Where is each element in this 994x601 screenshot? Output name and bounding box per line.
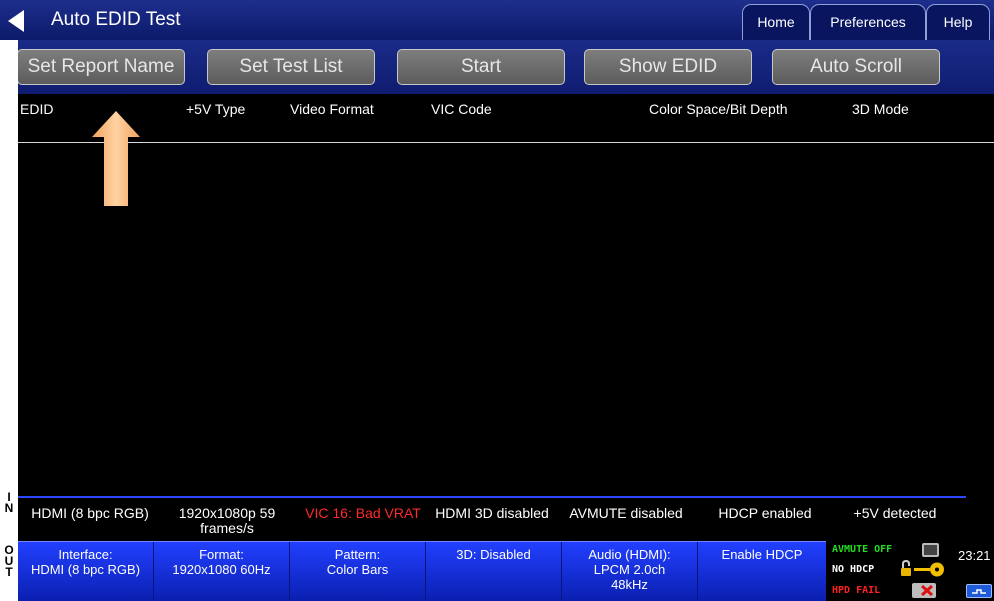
input-avmute: AVMUTE disabled [569,505,683,521]
output-pattern-label: Pattern: Color Bars [326,547,389,577]
hpd-fail-icon [912,583,936,598]
tab-preferences[interactable]: Preferences [810,4,926,40]
output-3d-label: 3D: Disabled [456,547,531,562]
set-report-name-button[interactable]: Set Report Name [17,49,185,85]
set-test-list-button[interactable]: Set Test List [207,49,375,85]
column-5v-type: +5V Type [186,101,246,117]
clock: 23:21 [958,548,991,563]
enable-hdcp-label: Enable HDCP [721,547,803,562]
column-vic-code: VIC Code [431,101,492,117]
output-audio-label: Audio (HDMI): LPCM 2.0ch 48kHz [588,547,671,592]
input-status-row: HDMI (8 bpc RGB) 1920x1080p 59 frames/s … [18,496,966,538]
column-edid: EDID [20,101,54,117]
input-format: 1920x1080p 59 frames/s [178,505,276,536]
input-hdcp: HDCP enabled [718,505,812,521]
input-5v-status: +5V detected [853,505,937,521]
enable-hdcp-button[interactable]: Enable HDCP [698,542,826,601]
monitor-icon [922,543,939,557]
output-audio-button[interactable]: Audio (HDMI): LPCM 2.0ch 48kHz [562,542,698,601]
output-pattern-button[interactable]: Pattern: Color Bars [290,542,426,601]
output-interface-label: Interface: HDMI (8 bpc RGB) [30,547,141,577]
results-table-header: EDID +5V Type Video Format VIC Code Colo… [18,94,994,142]
output-format-label: Format: 1920x1080 60Hz [172,547,271,577]
output-format-button[interactable]: Format: 1920x1080 60Hz [154,542,290,601]
clock-panel: 23:21 [956,541,994,601]
input-hdmi-3d: HDMI 3D disabled [435,505,549,521]
hpd-indicator: HPD FAIL [832,585,881,596]
avmute-indicator: AVMUTE OFF [832,544,893,555]
left-edge-strip [0,40,18,601]
auto-scroll-button[interactable]: Auto Scroll [772,49,940,85]
output-interface-button[interactable]: Interface: HDMI (8 bpc RGB) [18,542,154,601]
tab-home[interactable]: Home [742,4,810,40]
page-title: Auto EDID Test [51,9,181,30]
output-row-label: OUT [4,543,14,579]
column-video-format: Video Format [290,101,374,117]
output-3d-button[interactable]: 3D: Disabled [426,542,562,601]
back-arrow-icon[interactable] [8,10,24,32]
output-status-row: Interface: HDMI (8 bpc RGB) Format: 1920x1… [18,541,966,601]
column-3d-mode: 3D Mode [852,101,909,117]
tab-help[interactable]: Help [926,4,990,40]
title-bar: Auto EDID Test Home Preferences Help [0,0,994,40]
hdcp-indicator: NO HDCP [832,564,875,575]
app-frame: Auto EDID Test Home Preferences Help Set… [0,0,994,601]
toolbar: Set Report Name Set Test List Start Show… [0,40,994,94]
input-vic-warning: VIC 16: Bad VRAT [305,505,421,521]
connection-icon [966,584,992,598]
key-icon [901,560,944,577]
results-table-body[interactable] [18,143,994,479]
pointer-arrow-icon [92,111,140,206]
status-indicators: AVMUTE OFF NO HDCP HPD FAIL [826,541,956,601]
input-interface: HDMI (8 bpc RGB) [31,505,149,521]
input-row-label: IN [4,490,14,515]
show-edid-button[interactable]: Show EDID [584,49,752,85]
start-button[interactable]: Start [397,49,565,85]
column-color-space-bit-depth: Color Space/Bit Depth [649,101,788,117]
